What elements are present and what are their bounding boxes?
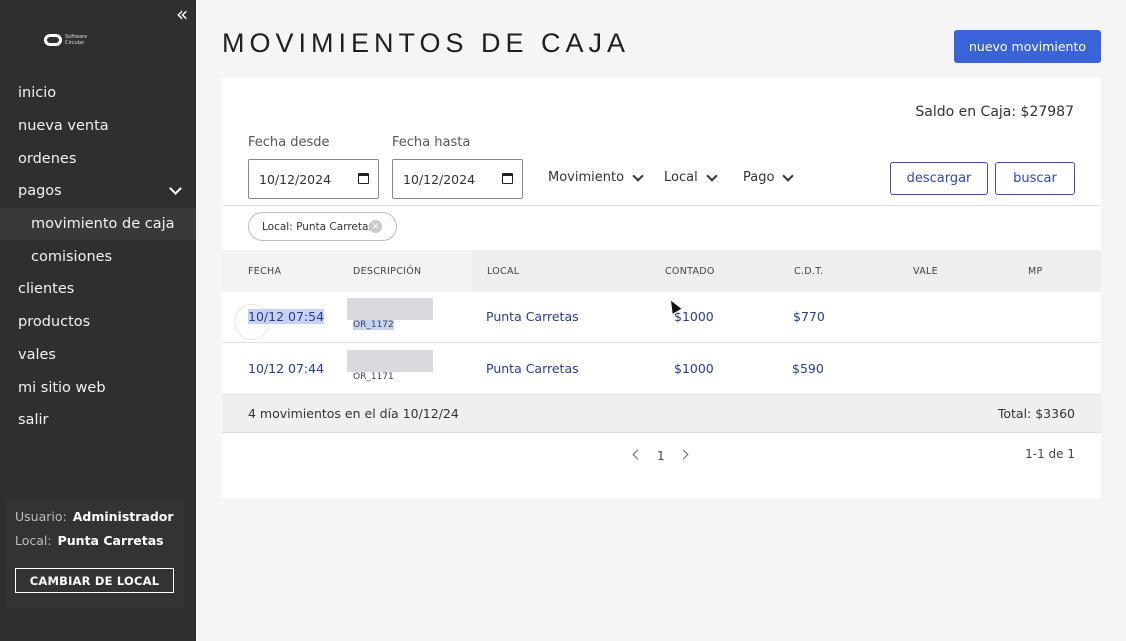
summary-count: 4 movimientos en el día 10/12/24 [248, 406, 459, 421]
logo-text: Software Circular [65, 34, 88, 46]
sidebar-item-label: pagos [18, 183, 62, 200]
current-page[interactable]: 1 [657, 449, 665, 463]
filter-chip: Local: Punta Carretas × [248, 212, 397, 241]
row-cdt: $770 [793, 309, 825, 324]
blurred-description [347, 350, 433, 372]
logo: Software Circular [44, 34, 95, 46]
chevron-left-icon[interactable] [632, 449, 643, 460]
row-order-code[interactable]: OR_1172 [353, 320, 394, 330]
column-header-local[interactable]: LOCAL [487, 266, 519, 277]
download-button[interactable]: descargar [890, 162, 988, 195]
sidebar-item-salir[interactable]: salir [0, 404, 196, 437]
row-order-code[interactable]: OR_1171 [353, 372, 394, 382]
local-dropdown[interactable]: Local [664, 169, 718, 185]
calendar-icon[interactable] [358, 173, 369, 184]
row-contado: $1000 [674, 361, 714, 376]
chevron-right-icon[interactable] [678, 449, 689, 460]
divider [222, 205, 1101, 206]
row-fecha[interactable]: 10/12 07:54 [248, 309, 325, 324]
chevron-down-icon [632, 169, 644, 182]
sidebar-item-label: mi sitio web [18, 379, 106, 396]
date-to-input[interactable]: 10/12/2024 [392, 159, 523, 199]
column-header-fecha[interactable]: FECHA [248, 266, 281, 277]
pagination-range: 1-1 de 1 [1025, 447, 1075, 461]
main-card: Saldo en Caja: $27987 Fecha desde 10/12/… [222, 78, 1101, 498]
new-movement-button[interactable]: nuevo movimiento [954, 30, 1101, 63]
pago-dropdown[interactable]: Pago [743, 169, 795, 185]
sidebar-item-label: clientes [18, 281, 75, 298]
column-header-contado[interactable]: CONTADO [665, 266, 715, 277]
logo-mark [44, 34, 62, 46]
sidebar: « Software Circular inicio nueva venta o… [0, 0, 196, 641]
column-header-vale[interactable]: VALE [913, 266, 938, 277]
chevron-down-icon [706, 169, 718, 182]
chevron-down-icon [169, 182, 182, 195]
column-header-descripcion[interactable]: DESCRIPCIÓN [353, 266, 421, 277]
filter-chip-label: Local: Punta Carretas [262, 220, 374, 233]
date-to-label: Fecha hasta [392, 135, 471, 150]
search-button[interactable]: buscar [995, 162, 1075, 195]
sidebar-item-movimiento-de-caja[interactable]: movimiento de caja [0, 207, 196, 241]
column-header-cdt[interactable]: C.D.T. [794, 266, 823, 277]
local-label: Local [664, 170, 698, 185]
balance-text: Saldo en Caja: $27987 [915, 104, 1074, 120]
close-icon[interactable]: × [369, 220, 382, 233]
summary-total: Total: $3360 [997, 406, 1075, 421]
sidebar-item-nueva-venta[interactable]: nueva venta [0, 110, 196, 143]
sidebar-item-vales[interactable]: vales [0, 339, 196, 372]
sidebar-item-clientes[interactable]: clientes [0, 273, 196, 306]
date-from-value: 10/12/2024 [259, 171, 332, 187]
sidebar-item-label: inicio [18, 85, 57, 102]
sidebar-item-inicio[interactable]: inicio [0, 77, 196, 110]
table-header: FECHA DESCRIPCIÓN LOCAL CONTADO C.D.T. V… [222, 250, 1101, 292]
date-to-value: 10/12/2024 [403, 171, 476, 187]
sidebar-item-label: salir [18, 412, 49, 429]
user-label: Usuario: [15, 509, 67, 524]
sidebar-item-label: comisiones [31, 248, 113, 265]
date-from-input[interactable]: 10/12/2024 [248, 159, 379, 199]
sidebar-item-label: vales [18, 346, 56, 363]
sidebar-item-pagos[interactable]: pagos [0, 175, 196, 208]
sidebar-item-mi-sitio-web[interactable]: mi sitio web [0, 371, 196, 404]
sidebar-item-ordenes[interactable]: ordenes [0, 142, 196, 175]
table-row[interactable]: 10/12 07:54 OR_1172 Punta Carretas $1000… [222, 292, 1101, 343]
table-row[interactable]: 10/12 07:44 OR_1171 Punta Carretas $1000… [222, 344, 1101, 395]
movimiento-dropdown[interactable]: Movimiento [548, 169, 644, 185]
column-header-mp[interactable]: MP [1028, 266, 1043, 277]
sidebar-nav: inicio nueva venta ordenes pagos movimie… [0, 77, 196, 437]
collapse-sidebar-icon[interactable]: « [176, 4, 188, 24]
movimiento-label: Movimiento [548, 170, 625, 185]
header-shade [472, 250, 1100, 292]
row-local: Punta Carretas [486, 309, 579, 324]
local-label: Local: [15, 533, 52, 548]
sidebar-item-label: productos [18, 314, 91, 331]
change-local-button[interactable]: CAMBIAR DE LOCAL [15, 568, 174, 593]
calendar-icon[interactable] [502, 173, 513, 184]
row-local: Punta Carretas [486, 361, 579, 376]
table-summary: 4 movimientos en el día 10/12/24 Total: … [222, 395, 1101, 433]
date-from-label: Fecha desde [248, 135, 330, 150]
row-contado: $1000 [674, 309, 714, 324]
sidebar-item-label: nueva venta [18, 118, 109, 135]
sidebar-item-comisiones[interactable]: comisiones [0, 240, 196, 273]
chevron-down-icon [782, 169, 795, 182]
page-title: MOVIMIENTOS DE CAJA [222, 28, 631, 58]
blurred-description [347, 298, 433, 320]
sidebar-item-label: movimiento de caja [31, 216, 175, 233]
user-value: Administrador [72, 509, 174, 524]
row-fecha[interactable]: 10/12 07:44 [248, 361, 324, 376]
sidebar-item-label: ordenes [18, 150, 77, 167]
row-cdt: $590 [792, 361, 824, 376]
user-line: Usuario: Administrador [15, 509, 174, 524]
local-value: Punta Carretas [57, 533, 164, 548]
user-info-box: Usuario: Administrador Local: Punta Carret… [6, 498, 184, 608]
pago-label: Pago [743, 170, 775, 185]
sidebar-item-productos[interactable]: productos [0, 306, 196, 339]
local-line: Local: Punta Carretas [15, 533, 164, 548]
